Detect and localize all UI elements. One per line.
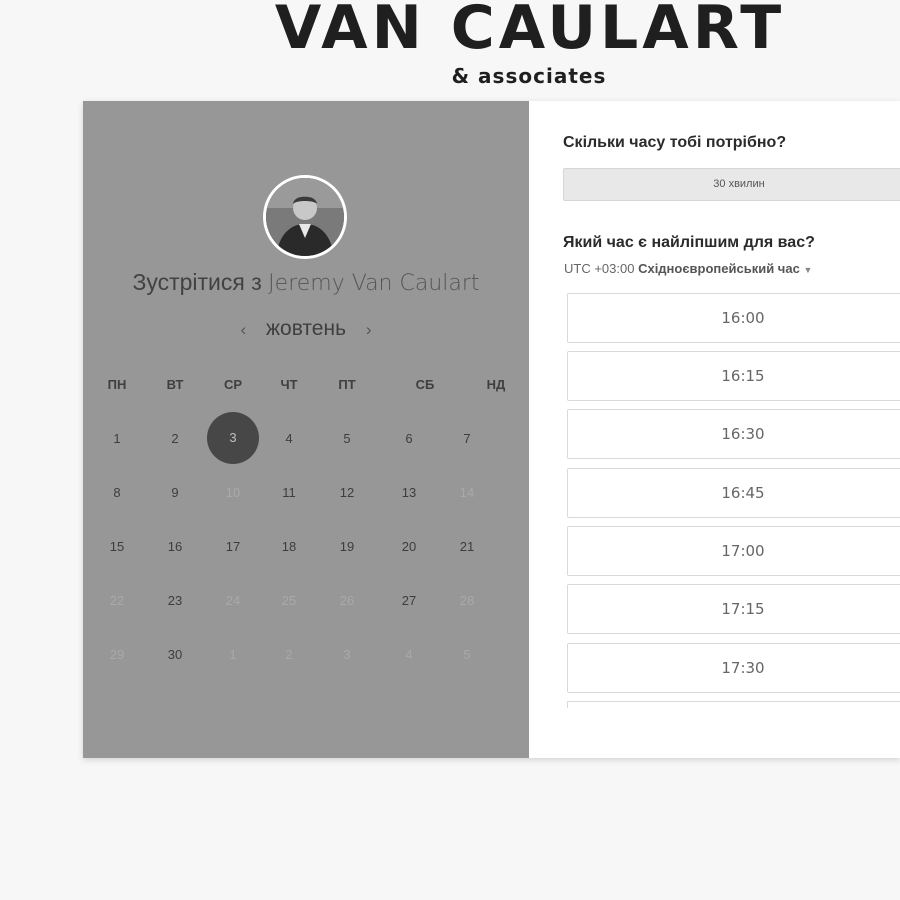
- calendar-day[interactable]: 19: [327, 539, 367, 554]
- timezone-offset: UTC +03:00: [564, 261, 635, 276]
- calendar-panel: Зустрітися з Jeremy Van Caulart ‹ жовтен…: [83, 101, 529, 758]
- time-slot-button[interactable]: 16:15: [567, 351, 900, 401]
- duration-select[interactable]: 30 хвилин: [563, 168, 900, 201]
- calendar-day-selected[interactable]: 3: [207, 412, 259, 464]
- calendar-day-disabled: 25: [281, 593, 297, 608]
- weekday-header: СБ: [415, 377, 435, 392]
- time-slot-button[interactable]: 17:30: [567, 643, 900, 693]
- weekday-header: ПТ: [338, 377, 356, 392]
- brand-subtitle: & associates: [451, 64, 607, 88]
- calendar-day[interactable]: 27: [389, 593, 429, 608]
- month-navigation: ‹ жовтень ›: [83, 317, 529, 341]
- weekday-header: ПН: [107, 377, 127, 392]
- caret-down-icon: ▼: [803, 265, 813, 275]
- booking-card: Зустрітися з Jeremy Van Caulart ‹ жовтен…: [83, 101, 900, 758]
- host-name: Jeremy Van Caulart: [268, 271, 480, 296]
- calendar-day[interactable]: 8: [97, 485, 137, 500]
- calendar-day-disabled: 2: [285, 647, 293, 662]
- time-slot-button[interactable]: 16:00: [567, 293, 900, 343]
- calendar-day-disabled: 14: [459, 485, 475, 500]
- time-slot-button[interactable]: 17:15: [567, 584, 900, 634]
- calendar-day-disabled: 4: [405, 647, 413, 662]
- time-slot-button[interactable]: 16:30: [567, 409, 900, 459]
- weekday-header: ВТ: [166, 377, 184, 392]
- calendar-day[interactable]: 12: [327, 485, 367, 500]
- meet-title: Зустрітися з Jeremy Van Caulart: [83, 269, 529, 296]
- brand-name: VAN CAULART: [274, 0, 786, 63]
- chevron-left-icon[interactable]: ‹: [226, 320, 260, 339]
- calendar-day-disabled: 1: [229, 647, 237, 662]
- duration-question: Скільки часу тобі потрібно?: [563, 134, 787, 151]
- calendar-day[interactable]: 15: [97, 539, 137, 554]
- meet-prefix: Зустрітися з: [132, 269, 262, 295]
- calendar-day-disabled: 28: [459, 593, 475, 608]
- avatar-photo: [266, 178, 344, 256]
- calendar-day[interactable]: 30: [155, 647, 195, 662]
- calendar-day[interactable]: 13: [389, 485, 429, 500]
- calendar-day-disabled: 3: [343, 647, 351, 662]
- calendar-day[interactable]: 23: [155, 593, 195, 608]
- calendar-day[interactable]: 21: [447, 539, 487, 554]
- calendar-day[interactable]: 5: [327, 431, 367, 446]
- calendar-day[interactable]: 17: [213, 539, 253, 554]
- timezone-select[interactable]: UTC +03:00 Східноєвропейський час ▼: [564, 261, 812, 276]
- calendar-day-disabled: 29: [109, 647, 125, 662]
- calendar-day-disabled: 5: [463, 647, 471, 662]
- calendar-day[interactable]: 18: [269, 539, 309, 554]
- calendar-day[interactable]: 9: [155, 485, 195, 500]
- calendar-day[interactable]: 16: [155, 539, 195, 554]
- calendar-day[interactable]: 7: [447, 431, 487, 446]
- time-slot-partial: [567, 701, 900, 708]
- calendar-day-disabled: 22: [109, 593, 125, 608]
- calendar-day[interactable]: 4: [269, 431, 309, 446]
- timezone-name: Східноєвропейський час: [638, 261, 800, 276]
- chevron-right-icon[interactable]: ›: [352, 320, 386, 339]
- month-label: жовтень: [265, 317, 347, 340]
- calendar-day-disabled: 24: [225, 593, 241, 608]
- booking-panel: Скільки часу тобі потрібно? 30 хвилин Як…: [529, 101, 900, 758]
- time-slot-button[interactable]: 17:00: [567, 526, 900, 576]
- calendar-day-disabled: 10: [225, 485, 241, 500]
- calendar-day[interactable]: 2: [155, 431, 195, 446]
- calendar-day[interactable]: 20: [389, 539, 429, 554]
- weekday-header: НД: [486, 377, 506, 392]
- calendar-day[interactable]: 1: [97, 431, 137, 446]
- weekday-header: ЧТ: [280, 377, 298, 392]
- calendar-day[interactable]: 11: [269, 485, 309, 500]
- avatar: [263, 175, 347, 259]
- calendar-day[interactable]: 6: [389, 431, 429, 446]
- time-slot-button[interactable]: 16:45: [567, 468, 900, 518]
- weekday-header: СР: [223, 377, 243, 392]
- calendar-day-disabled: 26: [339, 593, 355, 608]
- time-question: Який час є найліпшим для вас?: [563, 234, 815, 251]
